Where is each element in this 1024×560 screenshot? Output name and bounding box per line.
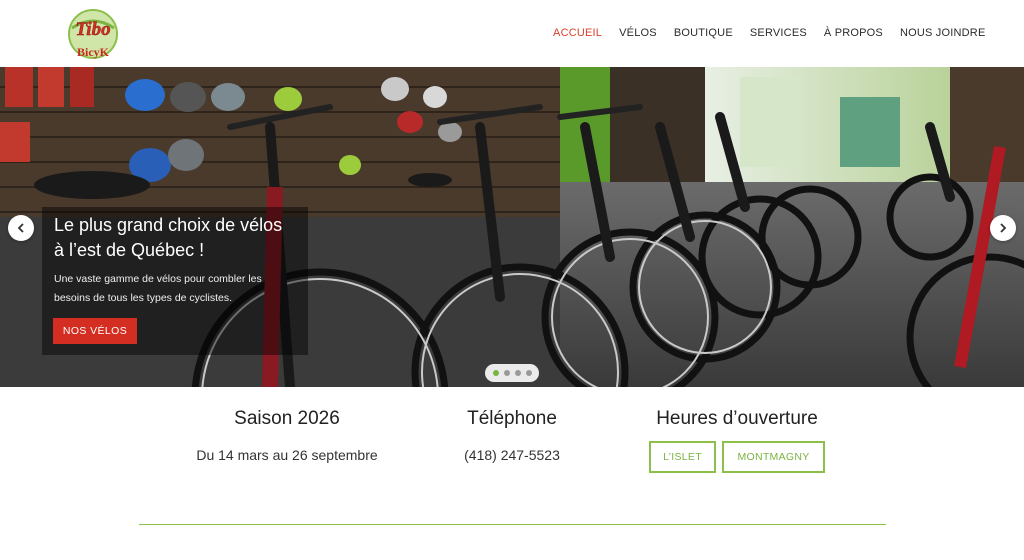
hero-description: Une vaste gamme de vélos pour combler le… [54, 270, 294, 308]
section-divider [139, 524, 886, 525]
slider-prev-button[interactable] [8, 215, 34, 241]
slider-pagination [485, 364, 539, 382]
hero-slider: Le plus grand choix de vélos à l’est de … [0, 67, 1024, 387]
nav-item-vélos[interactable]: VÉLOS [611, 26, 666, 40]
hero-title: Le plus grand choix de vélos à l’est de … [54, 213, 314, 263]
phone-block: Téléphone (418) 247-5523 [412, 406, 612, 464]
phone-title: Téléphone [467, 408, 557, 429]
nav-item-nous-joindre[interactable]: NOUS JOINDRE [891, 26, 994, 40]
hero-title-line1: Le plus grand choix de vélos [54, 215, 283, 235]
hours-buttons: L’ISLET MONTMAGNY [649, 441, 825, 473]
main-nav: ACCUEIL VÉLOS BOUTIQUE SERVICES À PROPOS NOUS… [545, 26, 994, 40]
svg-text:BicyK: BicyK [77, 45, 110, 59]
hours-block: Heures d’ouverture [637, 406, 837, 432]
season-block: Saison 2026 Du 14 mars au 26 septembre [187, 406, 387, 464]
season-title: Saison 2026 [234, 408, 340, 429]
slider-dot-3[interactable] [514, 370, 521, 376]
slider-dot-1[interactable] [492, 370, 499, 376]
hero-text-line2: besoins de tous les types de cyclistes. [54, 292, 233, 304]
slider-dot-4[interactable] [525, 370, 532, 376]
chevron-right-icon [1000, 223, 1007, 233]
chevron-left-icon [17, 223, 24, 233]
season-dates: Du 14 mars au 26 septembre [196, 447, 378, 463]
montmagny-hours-button[interactable]: MONTMAGNY [722, 441, 825, 473]
nav-item-services[interactable]: SERVICES [741, 26, 815, 40]
slider-dot-2[interactable] [503, 370, 510, 376]
nos-velos-button[interactable]: NOS VÉLOS [53, 318, 137, 344]
lislet-hours-button[interactable]: L’ISLET [649, 441, 716, 473]
svg-text:Tibo: Tibo [75, 19, 110, 40]
phone-number[interactable]: (418) 247-5523 [412, 446, 612, 464]
nav-item-boutique[interactable]: BOUTIQUE [665, 26, 741, 40]
hero-title-line2: à l’est de Québec ! [54, 240, 205, 260]
tibo-bicyk-logo[interactable]: Tibo BicyK [62, 6, 124, 62]
nav-item-accueil[interactable]: ACCUEIL [545, 26, 611, 40]
hours-title: Heures d’ouverture [656, 408, 818, 429]
nav-item-à-propos[interactable]: À PROPOS [815, 26, 891, 40]
site-header: Tibo BicyK ACCUEIL VÉLOS BOUTIQUE SERVICES À… [0, 0, 1024, 67]
hero-text-line1: Une vaste gamme de vélos pour combler le… [54, 273, 262, 285]
slider-next-button[interactable] [990, 215, 1016, 241]
